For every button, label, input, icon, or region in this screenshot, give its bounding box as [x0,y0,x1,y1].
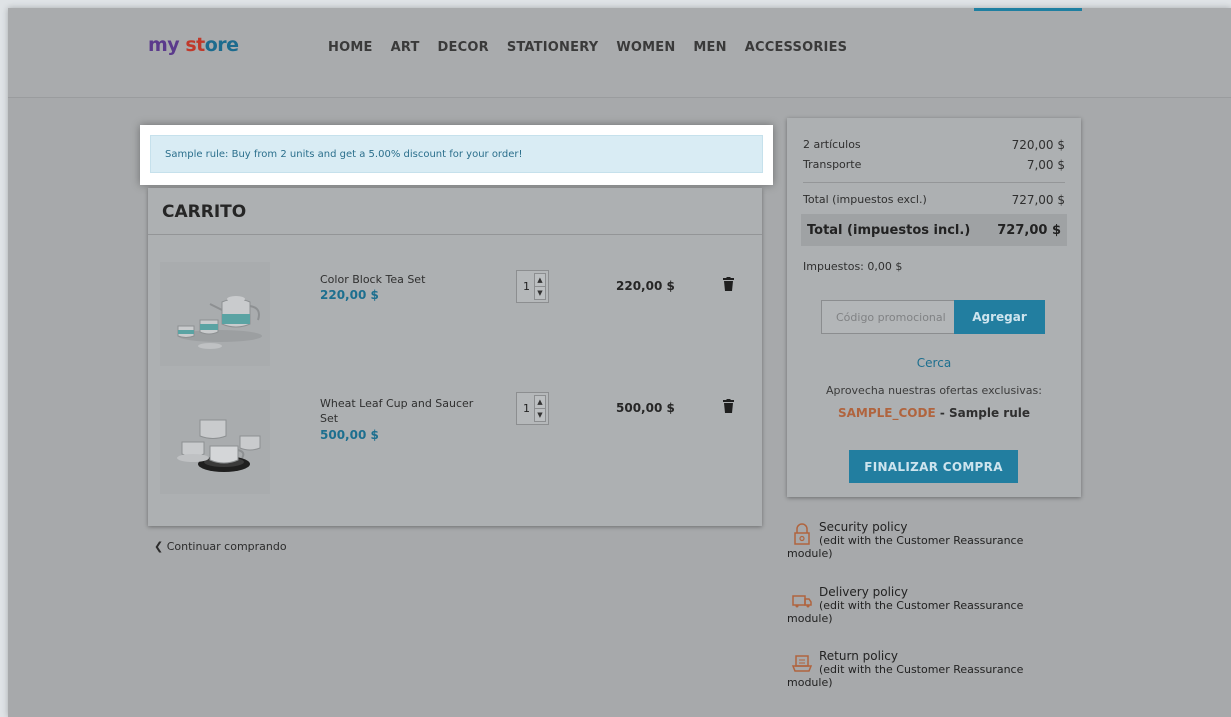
chevron-down-icon[interactable]: ▼ [535,409,545,421]
logo-text-part3: ore [204,34,239,56]
total-excl-value: 727,00 $ [1011,193,1065,207]
tea-set-image[interactable] [160,262,270,366]
quantity-arrows: ▲ ▼ [534,395,546,422]
cart-divider [148,234,762,235]
reassurance-subtitle: (edit with the Customer Reassurance [819,534,1024,547]
quantity-value: 1 [523,280,530,293]
product-name[interactable]: Color Block Tea Set [320,272,490,287]
offer-code[interactable]: SAMPLE_CODE [838,406,936,420]
nav-item-stationery[interactable]: STATIONERY [507,40,599,55]
site-header: my store HOME ART DECOR STATIONERY WOMEN… [8,8,1231,98]
reassurance-subtitle: (edit with the Customer Reassurance [819,663,1024,676]
cart-line-item: Wheat Leaf Cup and Saucer Set 500,00 $ 1… [148,378,762,508]
nav-item-decor[interactable]: DECOR [438,40,489,55]
reassurance-return: Return policy (edit with the Customer Re… [787,649,1077,690]
chevron-down-icon[interactable]: ▼ [535,287,545,299]
chevron-up-icon[interactable]: ▲ [535,274,545,287]
quantity-stepper[interactable]: 1 ▲ ▼ [516,392,549,425]
product-unit-price: 220,00 $ [320,288,379,302]
cart-title: CARRITO [162,202,247,222]
promo-code-input[interactable]: Código promocional [821,300,955,334]
summary-total-incl-row: Total (impuestos incl.) 727,00 $ [801,214,1067,246]
nav-item-men[interactable]: MEN [693,40,726,55]
close-promo-link[interactable]: Cerca [787,356,1081,370]
summary-total-excl-row: Total (impuestos excl.) 727,00 $ [803,193,1065,207]
discount-notice-highlight: Sample rule: Buy from 2 units and get a … [140,125,773,185]
total-incl-label: Total (impuestos incl.) [807,222,971,238]
summary-items-row: 2 artículos 720,00 $ [803,138,1065,152]
quantity-arrows: ▲ ▼ [534,273,546,300]
checkout-button[interactable]: FINALIZAR COMPRA [849,450,1018,483]
reassurance-subtitle: (edit with the Customer Reassurance [819,599,1024,612]
shipping-label: Transporte [803,158,862,171]
total-incl-value: 727,00 $ [997,222,1061,238]
chevron-up-icon[interactable]: ▲ [535,396,545,409]
line-total: 500,00 $ [616,401,675,415]
add-promo-button[interactable]: Agregar [954,300,1045,334]
offer-separator: - [935,406,950,420]
reassurance-tail: module) [787,676,833,689]
main-nav: HOME ART DECOR STATIONERY WOMEN MEN ACCE… [328,40,865,55]
cart-line-item: Color Block Tea Set 220,00 $ 1 ▲ ▼ 220,0… [148,246,762,376]
summary-shipping-row: Transporte 7,00 $ [803,158,1065,172]
cart-card: CARRITO Color Block Tea Set 220,00 $ 1 ▲… [148,188,762,526]
shipping-value: 7,00 $ [1026,158,1065,172]
return-box-icon [791,652,813,674]
page-frame: my store HOME ART DECOR STATIONERY WOMEN… [8,8,1231,717]
offers-text: Aprovecha nuestras ofertas exclusivas: [826,384,1042,397]
offer-line: SAMPLE_CODE - Sample rule [787,406,1081,420]
reassurance-title: Security policy [819,520,908,534]
line-total: 220,00 $ [616,279,675,293]
reassurance-security: Security policy (edit with the Customer … [787,520,1077,561]
items-count-label: 2 artículos [803,138,861,151]
reassurance-title: Return policy [819,649,898,663]
cup-saucer-image[interactable] [160,390,270,494]
reassurance-title: Delivery policy [819,585,908,599]
nav-item-accessories[interactable]: ACCESSORIES [745,40,848,55]
reassurance-tail: module) [787,547,833,560]
cart-summary: 2 artículos 720,00 $ Transporte 7,00 $ T… [787,118,1081,497]
product-unit-price: 500,00 $ [320,428,379,442]
store-logo[interactable]: my store [148,34,239,56]
lock-icon [791,523,813,545]
truck-icon [791,588,813,610]
continue-shopping-label: Continuar comprando [166,540,287,553]
logo-text-part1: my [148,34,180,56]
items-subtotal: 720,00 $ [1011,138,1065,152]
nav-item-women[interactable]: WOMEN [616,40,675,55]
reassurance-delivery: Delivery policy (edit with the Customer … [787,585,1077,626]
quantity-value: 1 [523,402,530,415]
nav-item-home[interactable]: HOME [328,40,373,55]
trash-icon[interactable] [723,276,734,291]
trash-icon[interactable] [723,398,734,413]
logo-text-part2: st [185,34,205,56]
offer-rule-name: Sample rule [949,406,1030,420]
total-excl-label: Total (impuestos excl.) [803,193,927,206]
nav-item-art[interactable]: ART [391,40,420,55]
header-accent-bar [974,8,1082,11]
discount-notice: Sample rule: Buy from 2 units and get a … [150,135,763,173]
quantity-stepper[interactable]: 1 ▲ ▼ [516,270,549,303]
summary-divider [803,182,1065,183]
chevron-left-icon: ❮ [154,540,164,553]
continue-shopping-link[interactable]: ❮ Continuar comprando [154,540,287,553]
reassurance-tail: module) [787,612,833,625]
product-name[interactable]: Wheat Leaf Cup and Saucer Set [320,396,490,426]
taxes-text: Impuestos: 0,00 $ [803,260,903,273]
